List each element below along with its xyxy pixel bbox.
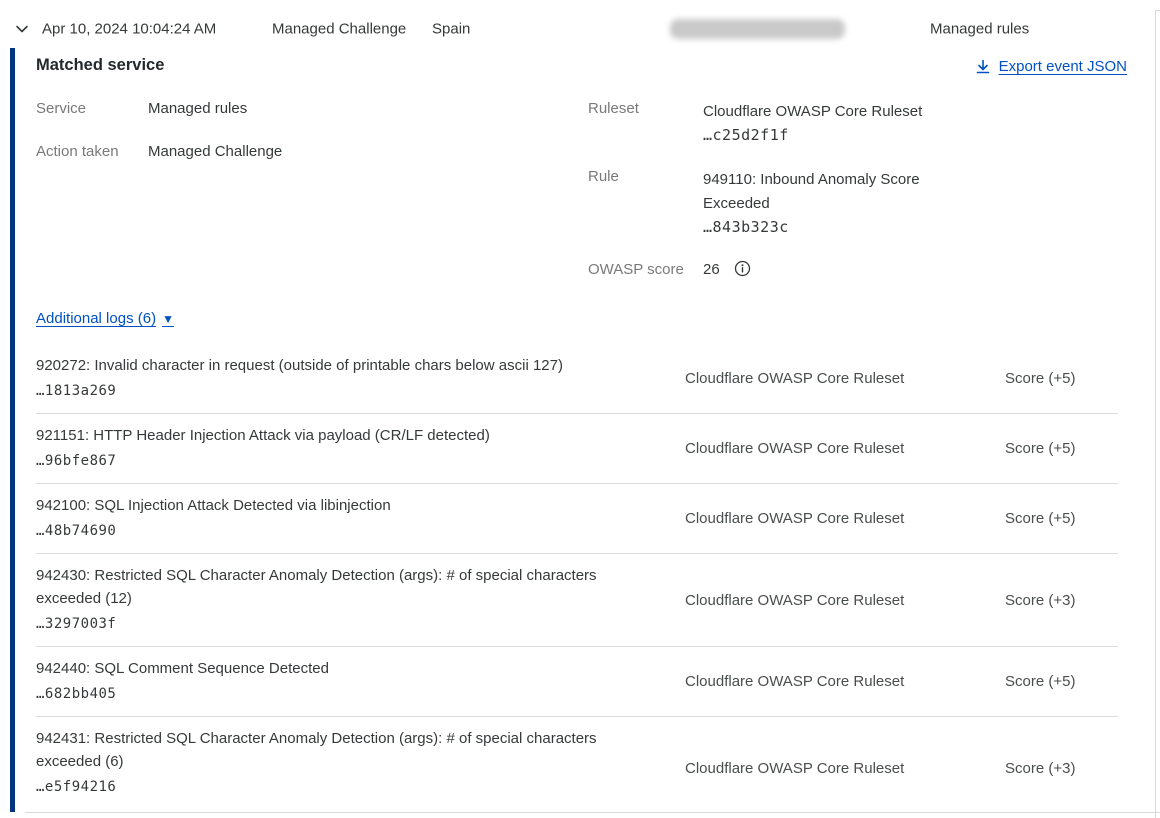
rule-value: 949110: Inbound Anomaly Score Exceeded [703, 168, 943, 216]
chevron-down-icon[interactable] [13, 20, 31, 38]
log-rule-description: 942430: Restricted SQL Character Anomaly… [36, 564, 632, 610]
log-row: 920272: Invalid character in request (ou… [36, 344, 1118, 414]
log-rule-description: 942100: SQL Injection Attack Detected vi… [36, 494, 632, 517]
log-rule-description: 920272: Invalid character in request (ou… [36, 354, 632, 377]
event-country: Spain [432, 21, 470, 38]
panel-title: Matched service [36, 56, 164, 75]
log-row: 921151: HTTP Header Injection Attack via… [36, 414, 1118, 484]
event-detail-panel: Matched service Export event JSON Servic… [0, 48, 1155, 812]
action-taken-label: Action taken [36, 143, 119, 160]
download-icon [975, 59, 991, 75]
rule-id: …843b323c [703, 218, 789, 236]
additional-logs-label: Additional logs (6) [36, 310, 156, 327]
export-event-json-label: Export event JSON [999, 58, 1127, 75]
log-score: Score (+3) [1005, 717, 1118, 818]
event-action: Managed Challenge [272, 21, 406, 38]
redacted-value [670, 19, 845, 39]
caret-down-icon: ▼ [162, 312, 174, 326]
owasp-score-value: 26 [703, 261, 720, 278]
owasp-score-label: OWASP score [588, 261, 684, 278]
log-score: Score (+3) [1005, 554, 1118, 646]
service-value: Managed rules [148, 100, 247, 117]
rule-label: Rule [588, 168, 619, 185]
event-timestamp: Apr 10, 2024 10:04:24 AM [42, 21, 216, 38]
event-summary-row[interactable]: Apr 10, 2024 10:04:24 AM Managed Challen… [0, 10, 1155, 48]
additional-logs-table: 920272: Invalid character in request (ou… [36, 344, 1118, 818]
ruleset-id: …c25d2f1f [703, 126, 789, 144]
log-rule-id: …1813a269 [36, 380, 685, 402]
log-score: Score (+5) [1005, 484, 1118, 553]
log-rule-description: 942431: Restricted SQL Character Anomaly… [36, 727, 632, 773]
log-ruleset: Cloudflare OWASP Core Ruleset [685, 647, 1005, 716]
log-rule-description: 942440: SQL Comment Sequence Detected [36, 657, 632, 680]
log-row: 942430: Restricted SQL Character Anomaly… [36, 554, 1118, 647]
log-row: 942440: SQL Comment Sequence Detected …6… [36, 647, 1118, 717]
table-right-border [1155, 10, 1156, 818]
log-ruleset: Cloudflare OWASP Core Ruleset [685, 717, 1005, 818]
log-ruleset: Cloudflare OWASP Core Ruleset [685, 344, 1005, 413]
ruleset-value: Cloudflare OWASP Core Ruleset [703, 100, 943, 123]
log-rule-id: …96bfe867 [36, 450, 685, 472]
log-ruleset: Cloudflare OWASP Core Ruleset [685, 484, 1005, 553]
ruleset-label: Ruleset [588, 100, 639, 117]
log-ruleset: Cloudflare OWASP Core Ruleset [685, 414, 1005, 483]
log-rule-description: 921151: HTTP Header Injection Attack via… [36, 424, 632, 447]
log-rule-id: …3297003f [36, 613, 685, 635]
log-score: Score (+5) [1005, 414, 1118, 483]
info-icon[interactable] [734, 260, 751, 277]
log-rule-id: …e5f94216 [36, 776, 685, 798]
log-rule-id: …48b74690 [36, 520, 685, 542]
log-score: Score (+5) [1005, 647, 1118, 716]
action-taken-value: Managed Challenge [148, 143, 282, 160]
log-score: Score (+5) [1005, 344, 1118, 413]
matched-service-fields: Service Managed rules Action taken Manag… [36, 88, 1125, 312]
log-rule-id: …682bb405 [36, 683, 685, 705]
expanded-row-accent-bar [10, 48, 15, 812]
log-row: 942100: SQL Injection Attack Detected vi… [36, 484, 1118, 554]
export-event-json-button[interactable]: Export event JSON [975, 58, 1127, 75]
log-row: 942431: Restricted SQL Character Anomaly… [36, 717, 1118, 818]
service-label: Service [36, 100, 86, 117]
additional-logs-toggle[interactable]: Additional logs (6) ▼ [36, 310, 174, 327]
log-ruleset: Cloudflare OWASP Core Ruleset [685, 554, 1005, 646]
event-service: Managed rules [930, 21, 1029, 38]
security-event-detail: Apr 10, 2024 10:04:24 AM Managed Challen… [0, 0, 1160, 818]
